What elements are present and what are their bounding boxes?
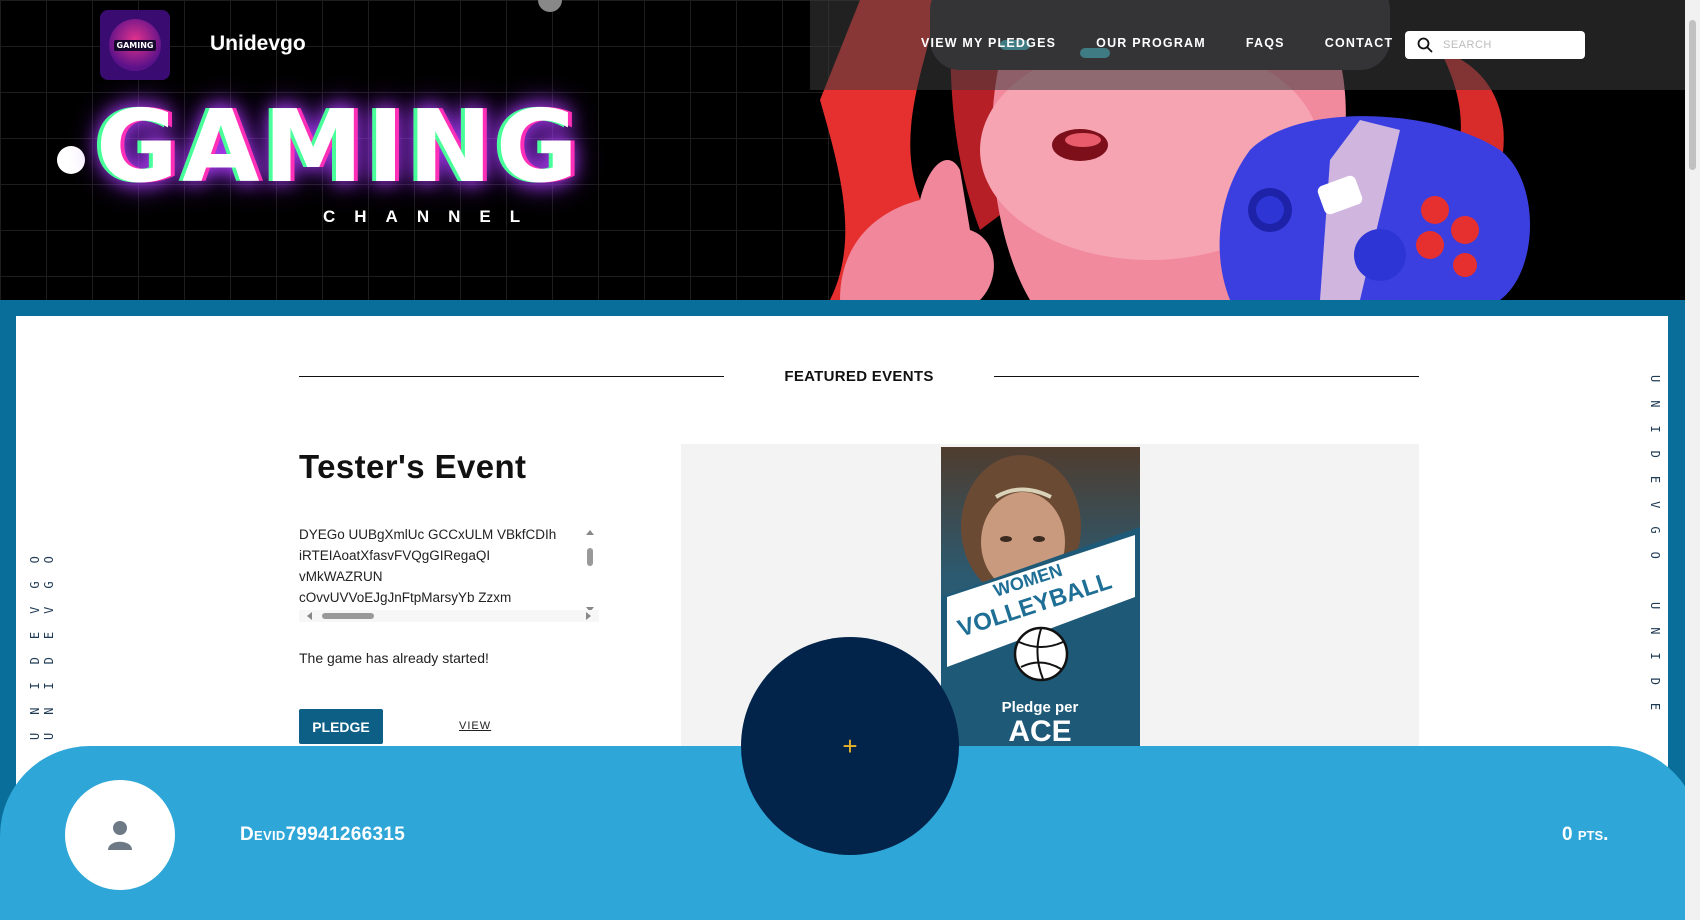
poster-line-4: ACE (1008, 715, 1071, 747)
scroll-thumb[interactable] (587, 548, 593, 566)
scroll-right-arrow-icon[interactable] (586, 612, 591, 620)
nav-view-my-pledges[interactable]: VIEW MY PLEDGES (921, 36, 1056, 50)
event-title: Tester's Event (299, 448, 527, 485)
view-link[interactable]: VIEW (459, 720, 491, 732)
description-line: vMkWAZRUN (299, 569, 383, 584)
description-vertical-scrollbar[interactable] (584, 528, 596, 614)
volleyball-poster-art: WOMEN VOLLEYBALL Pledge per ACE (941, 455, 1140, 747)
scroll-thumb[interactable] (322, 613, 374, 619)
scroll-up-arrow-icon[interactable] (586, 530, 594, 535)
nav-our-program[interactable]: OUR PROGRAM (1096, 36, 1206, 50)
hero-banner: GAMING Unidevgo VIEW MY PLEDGES OUR PROG… (0, 0, 1685, 300)
scroll-left-arrow-icon[interactable] (307, 612, 312, 620)
event-status: The game has already started! (299, 650, 489, 666)
search-box[interactable] (1405, 31, 1585, 59)
add-button[interactable]: + (741, 637, 959, 855)
page-scrollbar[interactable] (1685, 0, 1700, 920)
main-nav: VIEW MY PLEDGES OUR PROGRAM FAQS CONTACT (921, 36, 1393, 50)
search-icon (1417, 37, 1433, 53)
user-icon (108, 821, 132, 850)
page-scroll-thumb[interactable] (1689, 20, 1696, 170)
divider (993, 375, 1420, 377)
description-line: iRTEIAoatXfasvFVQgGIRegaQI (299, 548, 491, 563)
logo-text: GAMING (113, 39, 157, 51)
user-avatar[interactable] (65, 780, 175, 890)
divider (299, 375, 725, 377)
search-input[interactable] (1441, 38, 1575, 52)
decorative-dot (57, 146, 85, 174)
nav-contact[interactable]: CONTACT (1325, 36, 1394, 50)
poster-line-3: Pledge per (1002, 699, 1079, 716)
featured-heading: FEATURED EVENTS (784, 367, 934, 385)
event-description[interactable]: DYEGo UUBgXmlUc GCCxULM VBkfCDIh iRTEIAo… (299, 524, 599, 622)
site-logo[interactable]: GAMING (100, 10, 170, 80)
logo-emblem: GAMING (109, 19, 161, 71)
hero-subtitle: CHANNEL (323, 207, 540, 226)
pledge-button[interactable]: PLEDGE (299, 709, 383, 744)
brand-name[interactable]: Unidevgo (210, 32, 306, 56)
featured-heading-row: FEATURED EVENTS (299, 364, 1420, 388)
plus-icon: + (842, 731, 858, 761)
event-poster[interactable]: WOMEN VOLLEYBALL Pledge per ACE (941, 447, 1140, 747)
description-horizontal-scrollbar[interactable] (299, 610, 599, 622)
points-count: 0 pts. (1562, 824, 1609, 845)
nav-faqs[interactable]: FAQS (1246, 36, 1285, 50)
side-rail-right: UNIDEVGO UNIDE (1648, 375, 1662, 729)
description-line: cOvvUVVoEJgJnFtpMarsyYb Zzxm (299, 590, 512, 605)
side-rail-left: UNIDEVGO UNIDEVGO (28, 538, 56, 740)
hero-title: GAMING (96, 88, 582, 205)
username: Devid79941266315 (240, 824, 406, 845)
description-line: DYEGo UUBgXmlUc GCCxULM VBkfCDIh (299, 527, 557, 542)
